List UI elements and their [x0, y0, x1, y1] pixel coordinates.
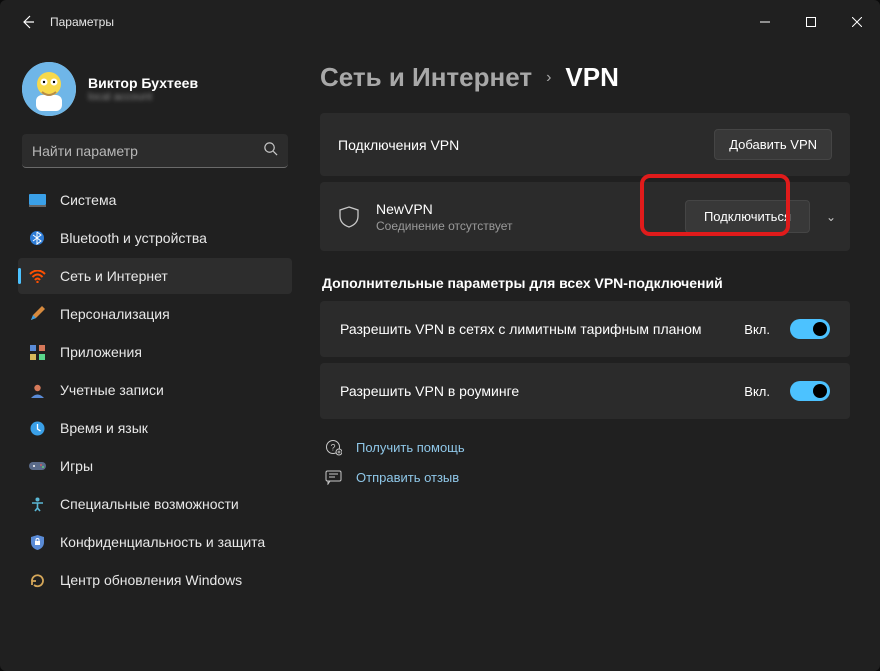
toggle-metered-label: Разрешить VPN в сетях с лимитным тарифны…	[340, 320, 728, 339]
search-input[interactable]	[32, 143, 263, 159]
nav-label: Система	[60, 192, 116, 208]
connect-button[interactable]: Подключиться	[685, 200, 810, 233]
svg-text:?: ?	[330, 443, 335, 453]
breadcrumb-parent[interactable]: Сеть и Интернет	[320, 62, 532, 93]
update-icon	[28, 571, 46, 589]
toggle-metered-card: Разрешить VPN в сетях с лимитным тарифны…	[320, 301, 850, 357]
nav-personalization[interactable]: Персонализация	[18, 296, 292, 332]
search-icon	[263, 141, 278, 161]
close-icon	[852, 17, 862, 27]
nav-time-language[interactable]: Время и язык	[18, 410, 292, 446]
toggle-roaming-state: Вкл.	[744, 384, 770, 399]
titlebar: Параметры	[0, 0, 880, 44]
nav-bluetooth[interactable]: Bluetooth и устройства	[18, 220, 292, 256]
maximize-icon	[806, 17, 816, 27]
nav-list: Система Bluetooth и устройства Сеть и Ин…	[18, 182, 292, 598]
avatar-image	[22, 62, 76, 116]
accessibility-icon	[28, 495, 46, 513]
vpn-status: Соединение отсутствует	[376, 219, 512, 233]
nav-label: Игры	[60, 458, 93, 474]
toggle-metered-state: Вкл.	[744, 322, 770, 337]
display-icon	[28, 191, 46, 209]
profile-sub: local account	[88, 91, 198, 103]
brush-icon	[28, 305, 46, 323]
breadcrumb: Сеть и Интернет › VPN	[320, 62, 850, 93]
maximize-button[interactable]	[788, 6, 834, 38]
window-controls	[742, 6, 880, 38]
nav-label: Центр обновления Windows	[60, 572, 242, 588]
minimize-button[interactable]	[742, 6, 788, 38]
chevron-right-icon: ›	[546, 69, 551, 87]
gamepad-icon	[28, 457, 46, 475]
nav-label: Специальные возможности	[60, 496, 239, 512]
feedback-icon	[324, 470, 342, 485]
apps-icon	[28, 343, 46, 361]
help-link[interactable]: ? Получить помощь	[324, 439, 850, 456]
nav-system[interactable]: Система	[18, 182, 292, 218]
search-box[interactable]	[22, 134, 288, 168]
sidebar: Виктор Бухтеев local account Система Blu…	[0, 44, 300, 671]
arrow-left-icon	[20, 14, 36, 30]
shield-lock-icon	[28, 533, 46, 551]
back-button[interactable]	[12, 6, 44, 38]
add-vpn-button[interactable]: Добавить VPN	[714, 129, 832, 160]
nav-apps[interactable]: Приложения	[18, 334, 292, 370]
main-content: Сеть и Интернет › VPN Подключения VPN До…	[300, 44, 880, 671]
profile-name: Виктор Бухтеев	[88, 75, 198, 91]
vpn-entry-card[interactable]: NewVPN Соединение отсутствует Подключить…	[320, 182, 850, 251]
help-link-label: Получить помощь	[356, 440, 465, 455]
toggle-metered-switch[interactable]	[790, 319, 830, 339]
person-icon	[28, 381, 46, 399]
nav-accounts[interactable]: Учетные записи	[18, 372, 292, 408]
nav-label: Bluetooth и устройства	[60, 230, 207, 246]
page-title: VPN	[565, 62, 618, 93]
vpn-name: NewVPN	[376, 201, 512, 217]
wifi-icon	[28, 267, 46, 285]
nav-gaming[interactable]: Игры	[18, 448, 292, 484]
nav-label: Персонализация	[60, 306, 170, 322]
vpn-shield-icon	[338, 206, 360, 228]
profile-block[interactable]: Виктор Бухтеев local account	[18, 54, 292, 134]
toggle-roaming-card: Разрешить VPN в роуминге Вкл.	[320, 363, 850, 419]
nav-network[interactable]: Сеть и Интернет	[18, 258, 292, 294]
help-icon: ?	[324, 439, 342, 456]
advanced-section-header: Дополнительные параметры для всех VPN-по…	[322, 275, 850, 291]
nav-label: Учетные записи	[60, 382, 164, 398]
clock-globe-icon	[28, 419, 46, 437]
nav-label: Приложения	[60, 344, 142, 360]
avatar	[22, 62, 76, 116]
chevron-down-icon[interactable]: ⌄	[826, 210, 836, 224]
toggle-roaming-label: Разрешить VPN в роуминге	[340, 382, 728, 401]
feedback-link-label: Отправить отзыв	[356, 470, 459, 485]
vpn-connections-title: Подключения VPN	[338, 137, 698, 153]
bluetooth-icon	[28, 229, 46, 247]
nav-label: Сеть и Интернет	[60, 268, 168, 284]
nav-label: Конфиденциальность и защита	[60, 534, 265, 550]
feedback-link[interactable]: Отправить отзыв	[324, 470, 850, 485]
toggle-roaming-switch[interactable]	[790, 381, 830, 401]
nav-label: Время и язык	[60, 420, 148, 436]
nav-windows-update[interactable]: Центр обновления Windows	[18, 562, 292, 598]
settings-window: Параметры	[0, 0, 880, 671]
close-button[interactable]	[834, 6, 880, 38]
vpn-connections-card: Подключения VPN Добавить VPN	[320, 113, 850, 176]
app-title: Параметры	[50, 15, 114, 29]
nav-privacy[interactable]: Конфиденциальность и защита	[18, 524, 292, 560]
footer-links: ? Получить помощь Отправить отзыв	[320, 439, 850, 485]
minimize-icon	[760, 17, 770, 27]
nav-accessibility[interactable]: Специальные возможности	[18, 486, 292, 522]
